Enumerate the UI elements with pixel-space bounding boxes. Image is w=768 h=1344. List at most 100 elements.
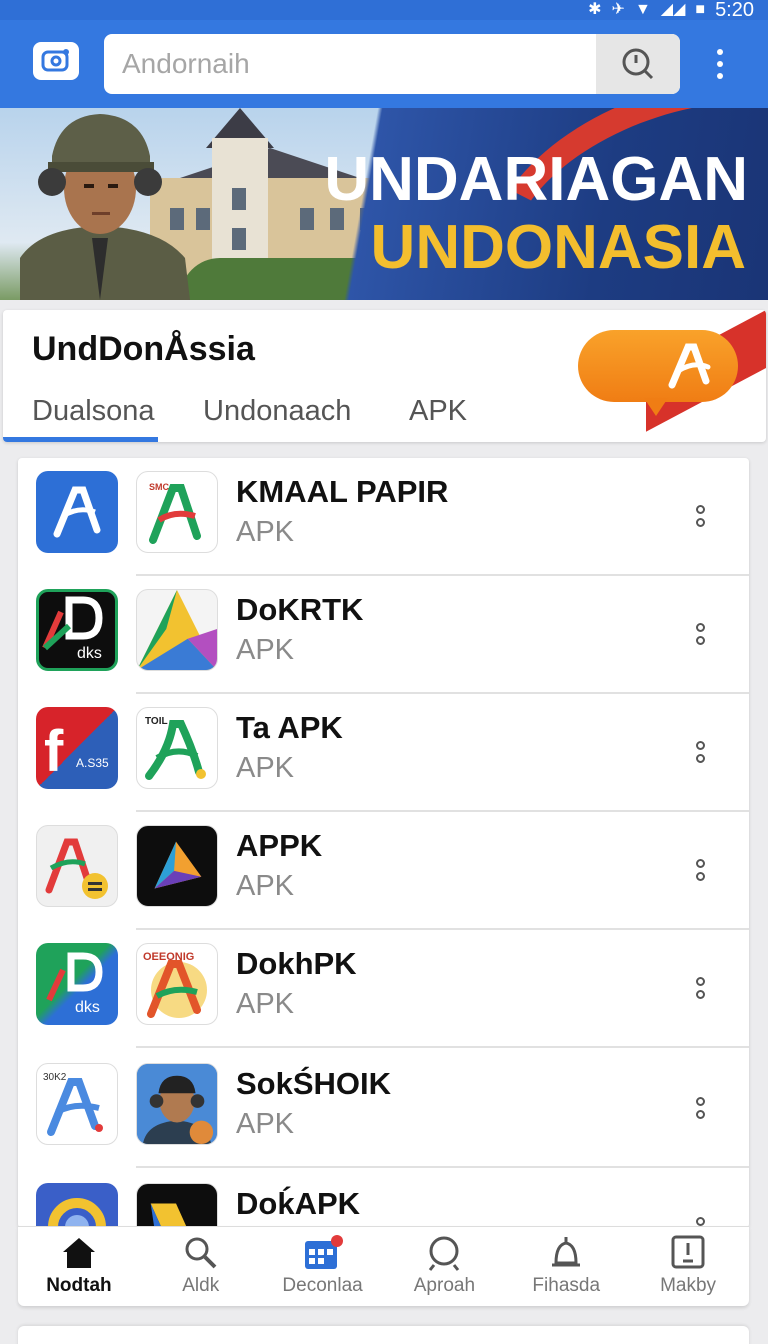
app-name: KMAAL PAPIR: [236, 474, 449, 509]
category-header: UndDonÅssia Dualsona Undonaach APK: [3, 310, 766, 442]
search-circle-icon: [424, 1235, 464, 1271]
tab-apk[interactable]: APK: [375, 380, 505, 442]
promo-bubble[interactable]: [578, 330, 738, 402]
app-icon-a: [36, 1183, 118, 1228]
avatar-photo: [137, 1064, 217, 1144]
bluetooth-icon: ✱: [588, 1, 602, 18]
app-name: SokŚHOIK: [236, 1066, 392, 1101]
calendar-icon: [303, 1235, 343, 1271]
app-icon-b: [136, 1063, 218, 1145]
list-item[interactable]: APPK APK: [18, 812, 749, 930]
search-input[interactable]: [104, 34, 596, 94]
more-options-icon[interactable]: [690, 612, 710, 656]
apk-logo-icon: [668, 343, 711, 389]
app-icon-b: TOIL: [136, 707, 218, 789]
svg-text:SMC: SMC: [149, 482, 170, 492]
search-bar: [104, 34, 680, 94]
app-icon-b: [136, 825, 218, 907]
search-button[interactable]: [596, 34, 680, 94]
list-item[interactable]: SMC KMAAL PAPIR APK: [18, 458, 749, 576]
apk-a-icon: OEEONIG: [143, 951, 207, 1018]
nav-home[interactable]: Nodtah: [18, 1227, 140, 1306]
banner-title-line1: UNDARIAGAN: [324, 145, 748, 214]
list-item[interactable]: f A.S35 TOIL Ta APK APK: [18, 694, 749, 812]
tab-undonaach[interactable]: Undonaach: [171, 380, 375, 442]
home-icon: [59, 1235, 99, 1271]
app-bar: [0, 20, 768, 108]
soldier-image: [20, 114, 190, 300]
app-type: APK: [236, 752, 295, 784]
app-icon-a: 30K2: [36, 1063, 118, 1145]
apk-a-icon: 30K2: [43, 1072, 103, 1136]
nav-fihasda[interactable]: Fihasda: [505, 1227, 627, 1306]
wifi-icon: ▼: [634, 1, 651, 18]
app-icon-a: dks: [36, 943, 118, 1025]
chrome-ring-icon: [48, 1198, 106, 1228]
active-tab-indicator: [3, 437, 158, 442]
next-card-peek: [18, 1326, 749, 1344]
tab-bar: Dualsona Undonaach APK: [3, 380, 505, 442]
apk-a-icon: [53, 486, 101, 538]
list-item[interactable]: dks OEEONIG DokhPK APK: [18, 930, 749, 1048]
app-type: APK: [236, 870, 295, 902]
nav-deconlaa[interactable]: Deconlaa: [262, 1227, 384, 1306]
more-options-icon[interactable]: [690, 1086, 710, 1130]
battery-icon: ■: [695, 1, 706, 18]
app-icon-a: f A.S35: [36, 707, 118, 789]
promo-banner[interactable]: UNDARIAGAN UNDONASIA: [0, 108, 768, 300]
airplane-icon: ✈: [611, 1, 625, 18]
app-logo-icon[interactable]: [33, 42, 79, 80]
nav-aproah[interactable]: Aproah: [383, 1227, 505, 1306]
drive-triangle-icon: [137, 590, 217, 670]
search-icon: [181, 1235, 221, 1271]
svg-text:30K2: 30K2: [43, 1072, 67, 1083]
app-name: APPK: [236, 828, 323, 863]
app-icon-a: [36, 471, 118, 553]
app-name: DoKRTK: [236, 592, 364, 627]
more-options-icon[interactable]: [690, 848, 710, 892]
drive-triangle-icon: [150, 1203, 188, 1228]
play-triangle-icon: [154, 841, 202, 889]
nav-makby[interactable]: Makby: [627, 1227, 749, 1306]
info-box-icon: [668, 1235, 708, 1271]
svg-text:dks: dks: [77, 645, 102, 662]
list-item[interactable]: dks DoKRTK APK: [18, 576, 749, 694]
status-bar: ✱ ✈ ▼ ◢◢ ■ 5:20: [0, 0, 768, 21]
banner-title-line2: UNDONASIA: [370, 213, 746, 282]
app-icon-b: SMC: [136, 471, 218, 553]
svg-text:dks: dks: [75, 999, 100, 1016]
app-list: SMC KMAAL PAPIR APK dks DoKRTK APK f A.S…: [18, 458, 749, 1228]
list-item[interactable]: DoḱAPK: [18, 1170, 749, 1228]
svg-text:f: f: [44, 719, 64, 784]
overflow-menu-icon[interactable]: [706, 42, 734, 86]
app-icon-b: [136, 589, 218, 671]
tab-dualsona[interactable]: Dualsona: [3, 380, 171, 442]
list-item[interactable]: 30K2 SokŚHOIK APK: [18, 1050, 749, 1168]
page-title: UndDonÅssia: [32, 330, 255, 368]
apk-a-icon: SMC: [149, 482, 201, 544]
more-options-icon[interactable]: [690, 1206, 710, 1228]
app-icon-a: [36, 825, 118, 907]
search-icon: [622, 48, 654, 80]
svg-text:TOIL: TOIL: [145, 716, 168, 727]
app-icon-b: [136, 1183, 218, 1228]
app-type: APK: [236, 1108, 295, 1140]
facebook-f-icon: f A.S35: [44, 719, 109, 784]
apk-d-icon: dks: [42, 596, 103, 662]
nav-aldk[interactable]: Aldk: [140, 1227, 262, 1306]
svg-text:A.S35: A.S35: [76, 756, 109, 770]
app-type: APK: [236, 516, 295, 548]
apk-a-icon: [45, 838, 108, 899]
apk-a-icon: TOIL: [145, 716, 206, 780]
more-options-icon[interactable]: [690, 494, 710, 538]
app-name: DokhPK: [236, 946, 357, 981]
signal-icon: ◢◢: [660, 1, 686, 18]
app-type: APK: [236, 634, 295, 666]
more-options-icon[interactable]: [690, 730, 710, 774]
apk-d-icon: dks: [46, 952, 103, 1016]
app-name: Ta APK: [236, 710, 343, 745]
bottom-navigation: Nodtah Aldk Deconlaa Aproah Fihasda Makb…: [18, 1226, 749, 1306]
more-options-icon[interactable]: [690, 966, 710, 1010]
app-icon-b: OEEONIG: [136, 943, 218, 1025]
app-type: APK: [236, 988, 295, 1020]
